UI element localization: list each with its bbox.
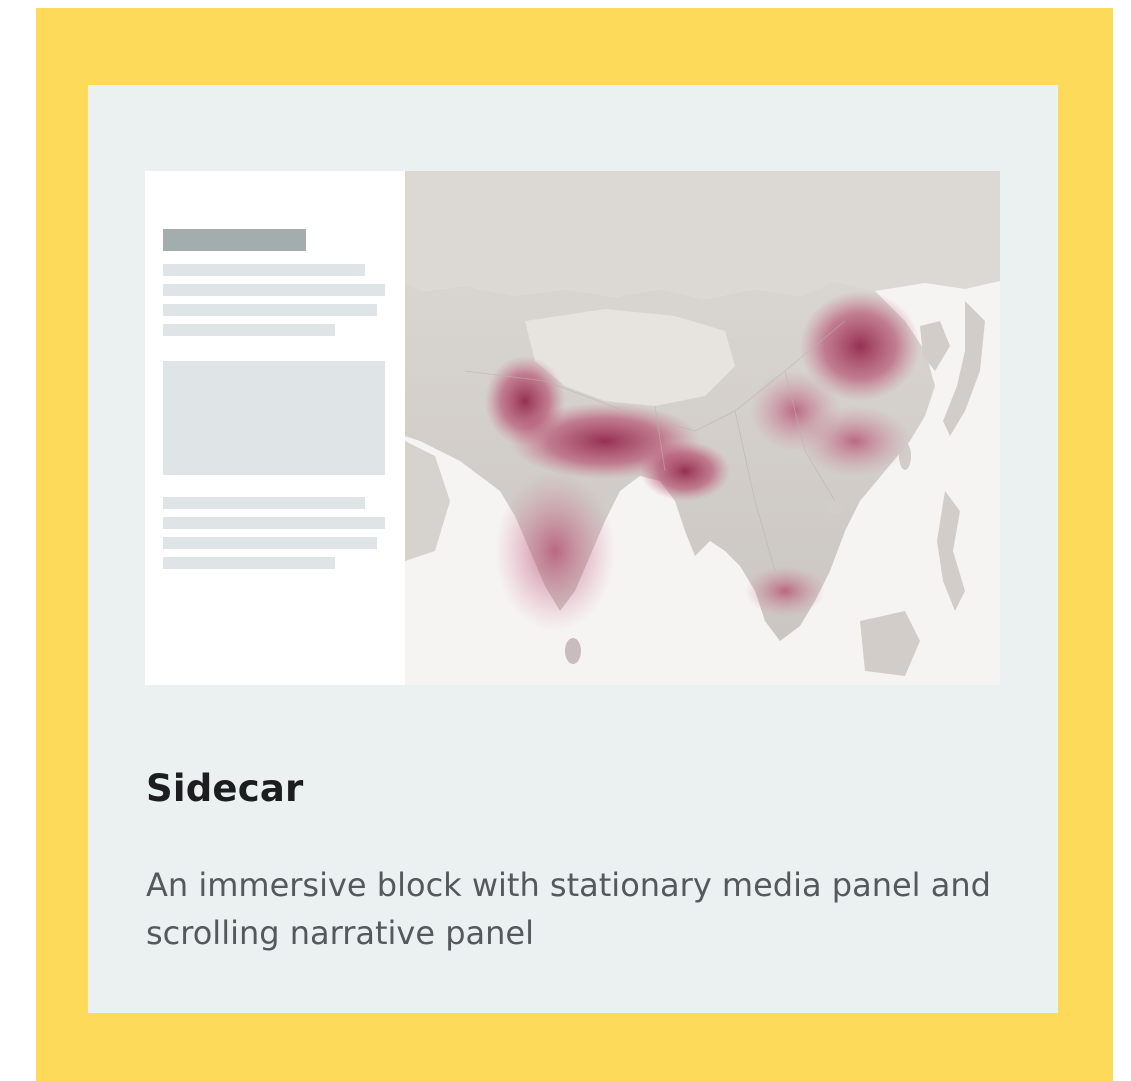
heat-pakistan	[485, 356, 565, 446]
placeholder-text-line	[163, 284, 385, 296]
sidecar-preview-thumbnail	[145, 171, 1000, 685]
heat-bangladesh	[640, 441, 730, 501]
placeholder-text-line	[163, 537, 377, 549]
placeholder-text-line	[163, 497, 365, 509]
heat-java	[745, 566, 825, 616]
placeholder-text-line	[163, 517, 385, 529]
narrative-panel-placeholder	[145, 171, 405, 685]
heat-south-china	[800, 406, 910, 476]
media-panel-map-image	[405, 171, 1000, 685]
card-title: Sidecar	[146, 767, 304, 810]
block-option-frame: Sidecar An immersive block with stationa…	[36, 8, 1113, 1081]
placeholder-text-line	[163, 324, 335, 336]
placeholder-text-line	[163, 264, 365, 276]
card-description: An immersive block with stationary media…	[146, 866, 991, 952]
sidecar-block-card[interactable]: Sidecar An immersive block with stationa…	[88, 85, 1058, 1013]
placeholder-heading-bar	[163, 229, 306, 251]
heat-south-india	[495, 471, 615, 631]
map-land-srilanka	[565, 638, 581, 664]
map-land-north	[405, 171, 1000, 299]
placeholder-text-line	[163, 557, 335, 569]
placeholder-media-box	[163, 361, 385, 475]
placeholder-text-line	[163, 304, 377, 316]
